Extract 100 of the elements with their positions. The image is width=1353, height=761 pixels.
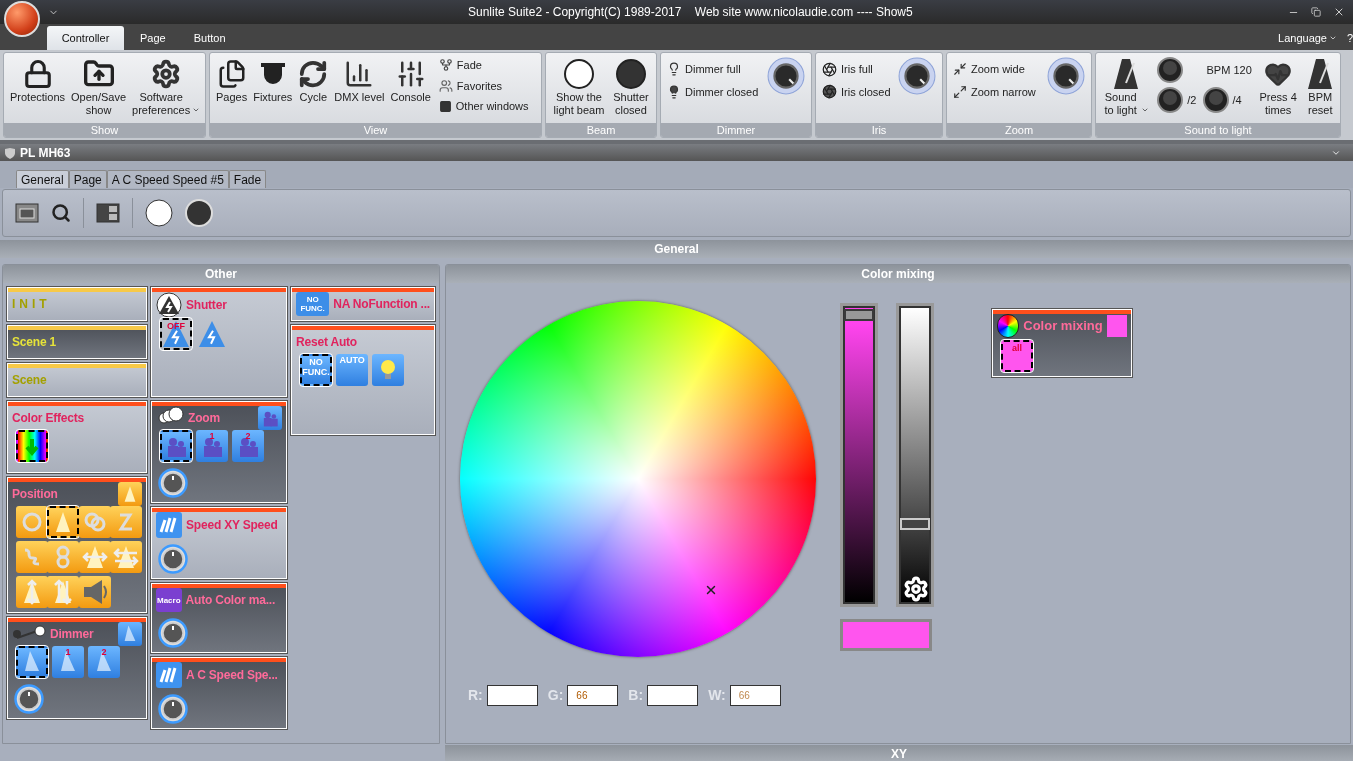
group-label: Dimmer — [661, 123, 811, 137]
ribbon-button[interactable]: Press 4 times — [1257, 53, 1299, 117]
field-label: G: — [547, 686, 564, 705]
brightness-slider[interactable] — [896, 303, 934, 607]
pane-header: XY — [445, 745, 1353, 761]
ribbon-button[interactable]: DMX level — [332, 53, 387, 104]
lock-icon — [22, 59, 53, 89]
scene-card[interactable]: Scene 1 — [7, 325, 147, 359]
card-title: Shutter — [186, 297, 227, 314]
help-button[interactable]: ? — [1347, 29, 1353, 46]
card-title: Scene 1 — [12, 334, 56, 351]
color-wheel-icon — [997, 314, 1020, 338]
ribbon-button[interactable]: Software preferences — [130, 53, 203, 117]
ribbon-small-button[interactable]: Fade — [438, 57, 529, 74]
window-title: Sunlite Suite2 - Copyright(C) 1989-2017 Web site www.nicolaudie.com ---- Show5 — [468, 4, 913, 21]
knob[interactable] — [898, 57, 936, 95]
card-title: Reset Auto — [296, 334, 357, 351]
group-label: Show — [4, 123, 205, 137]
ribbon-button[interactable]: Shutter closed — [609, 53, 652, 117]
cycle-icon — [298, 59, 329, 89]
fade-icon — [438, 58, 453, 73]
iris-icon — [822, 61, 837, 77]
heart-pulse-icon — [1264, 60, 1293, 88]
ribbon-small-button[interactable]: Zoom wide — [953, 61, 1036, 78]
card-title: Dimmer — [50, 626, 94, 643]
knob[interactable] — [158, 468, 188, 498]
layout-icon[interactable] — [96, 203, 120, 223]
panel-tab[interactable]: Fade — [228, 170, 267, 188]
no-function-icon: NO FUNC. — [296, 292, 330, 316]
knob[interactable] — [14, 684, 44, 714]
language-menu[interactable]: Language — [1278, 29, 1337, 46]
group-label: Zoom — [947, 123, 1091, 137]
circle-icon — [562, 58, 595, 90]
lightning-icon — [156, 292, 182, 318]
bpm-label: BPM 120 — [1205, 62, 1252, 78]
group-label: Beam — [546, 123, 656, 137]
group-label: Sound to light — [1096, 123, 1340, 137]
field-label: W: — [708, 686, 726, 705]
zoom-in-icon — [953, 62, 967, 77]
people-icon — [438, 78, 453, 93]
channel-field[interactable] — [486, 685, 538, 706]
card-title: Speed XY Speed — [186, 517, 278, 534]
zoom-out-icon — [953, 84, 967, 99]
ribbon-small-button[interactable]: Zoom narrow — [953, 83, 1036, 100]
group-label: Iris — [816, 123, 942, 137]
ribbon-button[interactable]: BPM reset — [1304, 53, 1336, 117]
round-button[interactable] — [1157, 57, 1184, 83]
color-swatch[interactable] — [1106, 315, 1127, 337]
knob[interactable] — [158, 544, 188, 574]
panel-tab[interactable]: A C Speed Speed #5 — [106, 170, 229, 188]
function-button[interactable] — [47, 506, 80, 538]
pane-header: Color mixing — [446, 265, 1350, 283]
ribbon-button[interactable]: Pages — [214, 53, 250, 104]
function-button[interactable] — [160, 430, 192, 462]
dark-bulb-icon — [667, 84, 681, 99]
ribbon-small-button[interactable]: Iris full — [822, 61, 891, 78]
circle-icon[interactable] — [145, 199, 173, 227]
knob[interactable] — [767, 57, 805, 95]
ribbon-tab[interactable]: Page — [128, 26, 178, 50]
bulb-icon — [667, 62, 681, 77]
function-card[interactable]: Macro Auto Color ma... — [151, 583, 288, 653]
close-icon[interactable] — [1333, 6, 1345, 18]
ribbon-tab[interactable]: Button — [181, 26, 238, 50]
ribbon-small-button[interactable]: Favorites — [438, 77, 529, 94]
filled-circle-icon[interactable] — [185, 199, 213, 227]
ribbon-button[interactable]: Sound to light — [1100, 53, 1152, 117]
function-button[interactable] — [16, 646, 48, 678]
channel-field[interactable]: 66 — [567, 685, 619, 706]
picker-marker-icon[interactable] — [704, 583, 718, 597]
ribbon-small-button[interactable]: Dimmer full — [667, 61, 759, 78]
panel-tab[interactable]: General — [16, 170, 69, 188]
restore-icon[interactable] — [1311, 7, 1321, 17]
window-icon — [438, 99, 452, 113]
ribbon-small-button[interactable]: Other windows — [438, 98, 529, 115]
speed-icon — [156, 662, 182, 688]
gear-icon[interactable] — [903, 576, 929, 602]
search-icon[interactable] — [51, 203, 71, 223]
filled-circle-icon — [614, 58, 647, 90]
ribbon-small-button[interactable]: Iris closed — [822, 83, 891, 100]
speaker-icon — [81, 579, 108, 605]
ribbon-small-button[interactable]: Dimmer closed — [667, 83, 759, 100]
panel-tab[interactable]: Page — [68, 170, 107, 188]
round-button[interactable] — [1157, 87, 1184, 113]
knob[interactable] — [1047, 57, 1085, 95]
knob[interactable] — [158, 694, 188, 724]
frame-icon[interactable] — [15, 203, 39, 223]
ribbon-button[interactable]: Console — [388, 53, 433, 104]
knob[interactable] — [158, 618, 188, 648]
ribbon-button[interactable]: Cycle — [296, 53, 331, 104]
ribbon-button[interactable]: Protections — [8, 53, 68, 104]
channel-field[interactable] — [647, 685, 699, 706]
ribbon-button[interactable]: Open/Save show — [69, 53, 129, 117]
lightning-icon — [199, 321, 225, 347]
round-button[interactable] — [1202, 87, 1229, 113]
ribbon-button[interactable]: Show the light beam — [550, 53, 608, 117]
ribbon-button[interactable]: Fixtures — [251, 53, 295, 104]
function-button[interactable] — [16, 430, 48, 462]
card-title: Color Effects — [12, 410, 85, 427]
color-slider[interactable] — [840, 303, 878, 607]
ribbon-tab[interactable]: Controller — [47, 26, 124, 50]
